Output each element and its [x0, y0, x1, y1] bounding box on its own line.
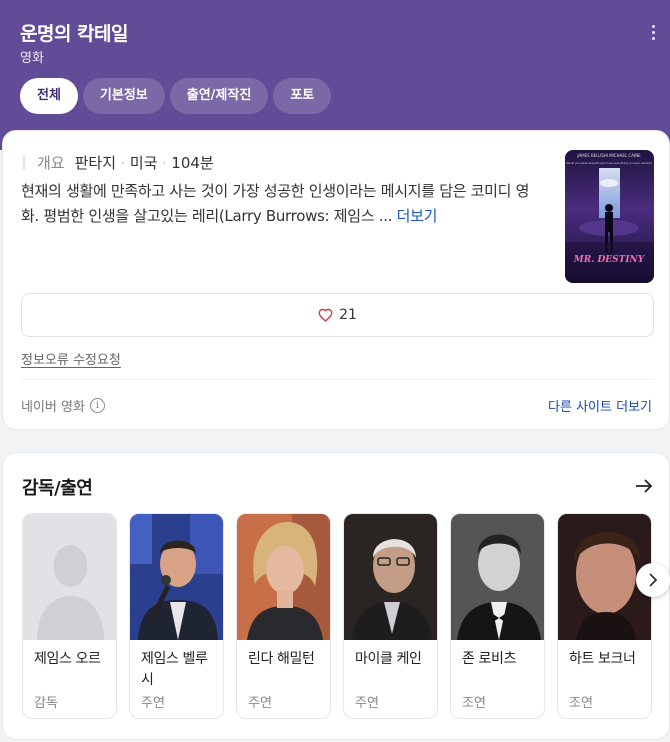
overview-label: 개요	[37, 154, 65, 172]
person-card[interactable]: 린다 해밀턴 주연	[236, 513, 331, 719]
person-role: 주연	[355, 696, 379, 711]
tab-all[interactable]: 전체	[20, 78, 78, 114]
movie-meta: 개요 판타지 · 미국 · 104분	[23, 152, 214, 173]
separator: ·	[162, 155, 167, 170]
poster-tagline: Would you trade everything to have every…	[566, 161, 652, 165]
person-name: 린다 해밀턴	[248, 651, 315, 667]
person-photo	[451, 514, 544, 640]
overview-card: 개요 판타지 · 미국 · 104분 현재의 생활에 만족하고 사는 것이 가장…	[2, 130, 670, 430]
page: 운명의 칵테일 영화 전체 기본정보 출연/제작진 포토 개요 판타지 · 미국…	[0, 0, 670, 742]
poster-credits: JAMES BELUSHI MICHAEL CAINE	[576, 153, 641, 158]
person-photo	[344, 514, 437, 640]
person-placeholder-photo	[23, 514, 116, 640]
person-name: 마이클 케인	[355, 651, 422, 667]
tab-cast-crew[interactable]: 출연/제작진	[169, 78, 269, 114]
cast-section-title: 감독/출연	[22, 478, 93, 499]
source-label: 네이버 영화	[21, 400, 85, 415]
person-role: 조연	[569, 696, 593, 711]
arrow-right-icon[interactable]	[635, 478, 653, 494]
next-button[interactable]	[636, 563, 670, 597]
person-card[interactable]: 마이클 케인 주연	[343, 513, 438, 719]
movie-title: 운명의 칵테일	[20, 23, 129, 45]
runtime: 104분	[171, 154, 214, 172]
person-card[interactable]: 하트 보크너 조연	[557, 513, 652, 719]
separator: ·	[121, 155, 125, 170]
heart-icon	[318, 308, 333, 322]
divider	[21, 379, 654, 380]
more-link[interactable]: 더보기	[397, 207, 438, 225]
person-name: 하트 보크너	[569, 651, 636, 667]
movie-header: 운명의 칵테일 영화 전체 기본정보 출연/제작진 포토	[0, 0, 670, 150]
movie-category: 영화	[20, 51, 44, 66]
genre: 판타지	[74, 154, 117, 172]
person-photo	[130, 514, 223, 640]
person-name: 제임스 오르	[34, 651, 101, 667]
person-name: 존 로비츠	[462, 651, 516, 667]
report-error-link[interactable]: 정보오류 수정요청	[21, 349, 121, 368]
cast-list: 제임스 오르 감독 제임스 벨루시 주연 린다 해밀턴 주연 마이클 케인 주연…	[22, 513, 667, 721]
country: 미국	[129, 154, 158, 172]
chevron-right-icon	[649, 573, 658, 587]
other-sites-link[interactable]: 다른 사이트 더보기	[548, 396, 652, 415]
person-role: 주연	[248, 696, 272, 711]
person-role: 감독	[34, 696, 58, 711]
like-count: 21	[339, 307, 357, 323]
person-name: 제임스 벨루시	[141, 651, 208, 688]
person-role: 주연	[141, 696, 165, 711]
tab-basic-info[interactable]: 기본정보	[82, 78, 165, 114]
synopsis: 현재의 생활에 만족하고 사는 것이 가장 성공한 인생이라는 메시지를 담은 …	[21, 179, 546, 229]
person-card[interactable]: 제임스 벨루시 주연	[129, 513, 224, 719]
more-vertical-icon[interactable]	[648, 25, 658, 43]
like-button[interactable]: 21	[21, 293, 654, 337]
synopsis-text: 현재의 생활에 만족하고 사는 것이 가장 성공한 인생이라는 메시지를 담은 …	[21, 182, 530, 225]
person-photo	[237, 514, 330, 640]
movie-poster[interactable]: JAMES BELUSHI MICHAEL CAINE Would you tr…	[565, 150, 654, 283]
person-role: 조연	[462, 696, 486, 711]
poster-title: MR. DESTINY	[573, 255, 646, 265]
person-card[interactable]: 제임스 오르 감독	[22, 513, 117, 719]
person-card[interactable]: 존 로비츠 조연	[450, 513, 545, 719]
tab-bar: 전체 기본정보 출연/제작진 포토	[20, 78, 332, 114]
info-icon[interactable]: i	[89, 398, 105, 413]
tab-photos[interactable]: 포토	[273, 78, 332, 114]
cast-card: 감독/출연 제임스 오르 감독 제임스 벨루시 주연 린다 해밀턴 주연 마이클…	[2, 452, 670, 740]
source: 네이버 영화 i	[21, 396, 105, 415]
